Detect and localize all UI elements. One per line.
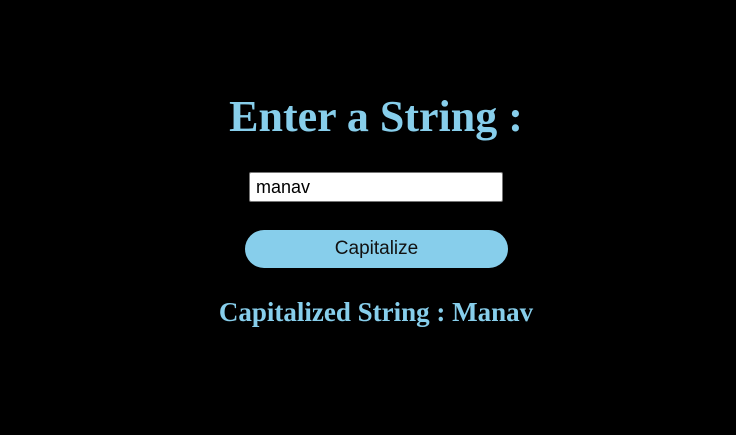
result-text: Capitalized String : Manav: [0, 295, 736, 329]
capitalize-button[interactable]: Capitalize: [245, 230, 508, 268]
page-title: Enter a String :: [229, 92, 523, 141]
string-input[interactable]: [249, 172, 503, 202]
app-page: Enter a String : Capitalize Capitalized …: [0, 0, 736, 435]
result-value: Manav: [452, 297, 534, 327]
result-label: Capitalized String :: [218, 297, 453, 327]
